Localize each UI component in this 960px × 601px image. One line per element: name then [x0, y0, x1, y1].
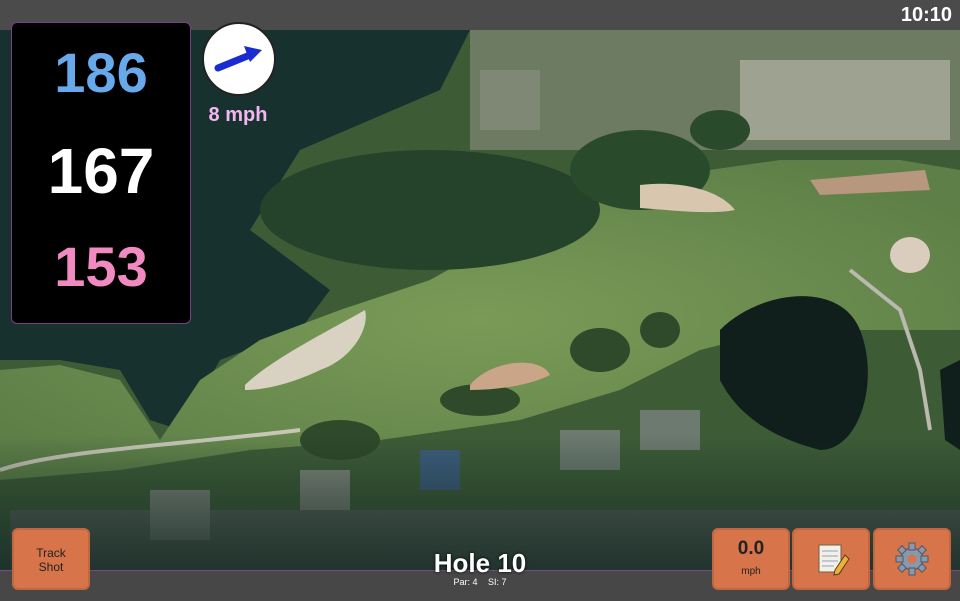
- hole-meta: Par: 4 SI: 7: [380, 577, 580, 587]
- notepad-icon: [818, 544, 850, 576]
- speed-unit: mph: [741, 566, 761, 577]
- wind-speed: 8 mph: [208, 104, 268, 126]
- speed-value: 0.0: [737, 538, 765, 559]
- gear-icon: [895, 542, 929, 576]
- track-shot-button[interactable]: Track Shot: [12, 528, 90, 590]
- track-shot-label-2: Shot: [38, 560, 64, 574]
- settings-button[interactable]: [873, 528, 951, 590]
- front-distance: 153: [54, 235, 148, 298]
- wind-dial: [202, 22, 276, 96]
- distance-panel: 186 167 153: [11, 22, 191, 324]
- notes-button[interactable]: [792, 528, 870, 590]
- clock: 10:10: [900, 4, 952, 26]
- back-distance: 186: [54, 41, 148, 104]
- hole-par: Par: 4: [453, 577, 478, 587]
- wind-arrow-icon: [214, 46, 262, 72]
- hole-title: Hole 10: [433, 548, 527, 578]
- middle-distance: 167: [47, 135, 155, 207]
- speed-button[interactable]: 0.0 mph: [712, 528, 790, 590]
- track-shot-label-1: Track: [36, 546, 66, 560]
- hole-si: SI: 7: [488, 577, 507, 587]
